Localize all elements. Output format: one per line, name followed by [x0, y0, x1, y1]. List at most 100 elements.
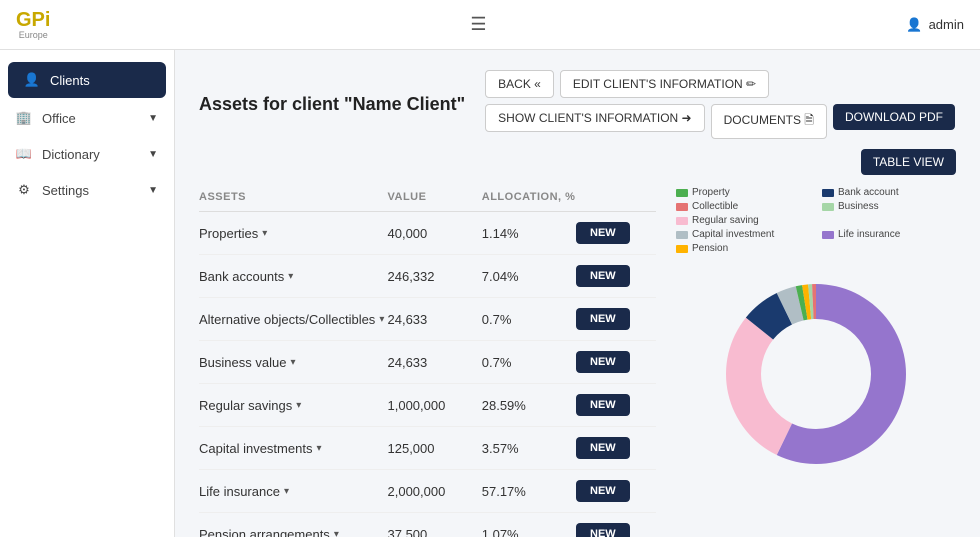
documents-button[interactable]: DOCUMENTS 🗎	[711, 104, 827, 139]
new-button-7[interactable]: NEW	[576, 523, 656, 537]
table-row: Alternative objects/Collectibles ▾ 24,63…	[199, 298, 656, 341]
legend-label-0: Property	[692, 187, 730, 198]
legend-item-1: Bank account	[822, 187, 956, 198]
sidebar: 👤 Clients 🏢 Office ▼ 📖 Dictionary ▼ ⚙ Se…	[0, 50, 175, 537]
legend-item-8: Pension	[676, 243, 810, 254]
dictionary-icon: 📖	[16, 146, 32, 162]
asset-name-5: Capital investments ▾	[199, 441, 388, 456]
asset-alloc-7: 1.07%	[482, 527, 576, 537]
new-button-3[interactable]: NEW	[576, 351, 656, 373]
new-button-0[interactable]: NEW	[576, 222, 656, 244]
sidebar-item-office[interactable]: 🏢 Office ▼	[0, 100, 174, 136]
asset-alloc-5: 3.57%	[482, 441, 576, 456]
new-button-2[interactable]: NEW	[576, 308, 656, 330]
asset-alloc-6: 57.17%	[482, 484, 576, 499]
table-row: Properties ▾ 40,000 1.14% NEW	[199, 212, 656, 255]
asset-name-7: Pension arrangements ▾	[199, 527, 388, 537]
logo-gpi: GPi	[16, 10, 50, 30]
new-button-6[interactable]: NEW	[576, 480, 656, 502]
download-pdf-button[interactable]: DOWNLOAD PDF	[833, 104, 955, 130]
logo-europe: Europe	[19, 30, 48, 40]
legend-color-1	[822, 189, 834, 197]
asset-name-4: Regular savings ▾	[199, 398, 388, 413]
legend-color-6	[676, 231, 688, 239]
legend-label-8: Pension	[692, 243, 728, 254]
header-buttons: BACK « EDIT CLIENT'S INFORMATION ✏ SHOW …	[485, 70, 956, 139]
legend-label-2: Collectible	[692, 201, 738, 212]
sidebar-label-clients: Clients	[50, 73, 90, 88]
sidebar-item-settings[interactable]: ⚙ Settings ▼	[0, 172, 174, 208]
logo: GPi Europe	[16, 10, 50, 40]
table-view-button[interactable]: TABLE VIEW	[861, 149, 956, 175]
asset-alloc-4: 28.59%	[482, 398, 576, 413]
sidebar-label-dictionary: Dictionary	[42, 147, 100, 162]
admin-label: admin	[929, 17, 964, 32]
asset-name-0: Properties ▾	[199, 226, 388, 241]
sidebar-item-clients[interactable]: 👤 Clients	[8, 62, 166, 98]
top-navigation: GPi Europe ☰ 👤 admin	[0, 0, 980, 50]
user-icon: 👤	[906, 17, 922, 33]
legend-item-2: Collectible	[676, 201, 810, 212]
dropdown-arrow-5[interactable]: ▾	[316, 443, 321, 454]
edit-client-button[interactable]: EDIT CLIENT'S INFORMATION ✏	[560, 70, 769, 98]
back-button[interactable]: BACK «	[485, 70, 554, 98]
chevron-dictionary: ▼	[148, 149, 158, 160]
admin-area: 👤 admin	[906, 17, 964, 33]
asset-name-6: Life insurance ▾	[199, 484, 388, 499]
asset-value-2: 24,633	[388, 312, 482, 327]
asset-alloc-1: 7.04%	[482, 269, 576, 284]
table-row: Capital investments ▾ 125,000 3.57% NEW	[199, 427, 656, 470]
chevron-settings: ▼	[148, 185, 158, 196]
sidebar-label-settings: Settings	[42, 183, 89, 198]
new-button-1[interactable]: NEW	[576, 265, 656, 287]
dropdown-arrow-6[interactable]: ▾	[284, 486, 289, 497]
dropdown-arrow-1[interactable]: ▾	[288, 271, 293, 282]
col-value: VALUE	[388, 191, 482, 203]
legend-color-3	[822, 203, 834, 211]
legend-item-3: Business	[822, 201, 956, 212]
asset-value-5: 125,000	[388, 441, 482, 456]
chart-area: Property Bank account Collectible Busine…	[676, 187, 956, 537]
dropdown-arrow-0[interactable]: ▾	[262, 228, 267, 239]
dropdown-arrow-7[interactable]: ▾	[334, 529, 339, 537]
table-row: Business value ▾ 24,633 0.7% NEW	[199, 341, 656, 384]
asset-value-7: 37,500	[388, 527, 482, 537]
table-row: Life insurance ▾ 2,000,000 57.17% NEW	[199, 470, 656, 513]
asset-name-1: Bank accounts ▾	[199, 269, 388, 284]
legend-label-7: Life insurance	[838, 229, 900, 240]
office-icon: 🏢	[16, 110, 32, 126]
hamburger-menu[interactable]: ☰	[470, 14, 486, 35]
donut-segment-regular-saving	[726, 318, 792, 455]
asset-value-4: 1,000,000	[388, 398, 482, 413]
asset-name-2: Alternative objects/Collectibles ▾	[199, 312, 388, 327]
donut-chart	[706, 264, 926, 484]
asset-name-3: Business value ▾	[199, 355, 388, 370]
page-header: Assets for client "Name Client" BACK « E…	[199, 70, 956, 139]
asset-value-1: 246,332	[388, 269, 482, 284]
table-header: ASSETS VALUE ALLOCATION, %	[199, 187, 656, 212]
table-row: Pension arrangements ▾ 37,500 1.07% NEW	[199, 513, 656, 537]
new-button-5[interactable]: NEW	[576, 437, 656, 459]
main-content: Assets for client "Name Client" BACK « E…	[175, 50, 980, 537]
dropdown-arrow-4[interactable]: ▾	[296, 400, 301, 411]
legend-color-8	[676, 245, 688, 253]
legend-label-4: Regular saving	[692, 215, 759, 226]
asset-alloc-0: 1.14%	[482, 226, 576, 241]
legend-color-7	[822, 231, 834, 239]
settings-icon: ⚙	[16, 182, 32, 198]
col-allocation: ALLOCATION, %	[482, 191, 576, 203]
assets-table: ASSETS VALUE ALLOCATION, % Properties ▾ …	[199, 187, 656, 537]
dropdown-arrow-3[interactable]: ▾	[290, 357, 295, 368]
table-row: Regular savings ▾ 1,000,000 28.59% NEW	[199, 384, 656, 427]
legend-item-7: Life insurance	[822, 229, 956, 240]
legend-item-6: Capital investment	[676, 229, 810, 240]
main-layout: 👤 Clients 🏢 Office ▼ 📖 Dictionary ▼ ⚙ Se…	[0, 50, 980, 537]
legend-label-1: Bank account	[838, 187, 899, 198]
dropdown-arrow-2[interactable]: ▾	[379, 314, 384, 325]
sidebar-item-dictionary[interactable]: 📖 Dictionary ▼	[0, 136, 174, 172]
show-client-button[interactable]: SHOW CLIENT'S INFORMATION ➜	[485, 104, 704, 132]
legend-color-0	[676, 189, 688, 197]
page-title: Assets for client "Name Client"	[199, 94, 465, 115]
asset-value-0: 40,000	[388, 226, 482, 241]
new-button-4[interactable]: NEW	[576, 394, 656, 416]
